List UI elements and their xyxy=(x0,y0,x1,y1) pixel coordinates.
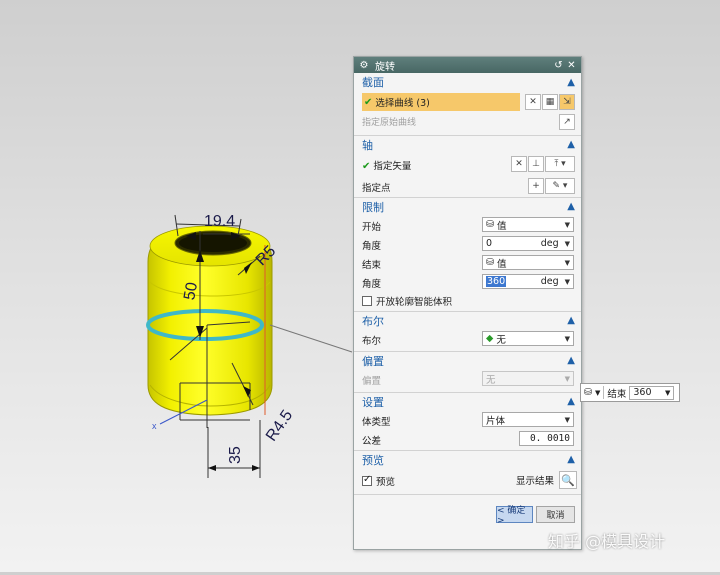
section-curve-body: ✔ 选择曲线 (3) ✕ ▦ ⇲ 指定原始曲线 ↗ xyxy=(354,91,581,135)
collapse-icon[interactable]: ▲ xyxy=(567,396,575,407)
dimension-19-4: 19.4 xyxy=(204,213,235,230)
tolerance-label: 公差 xyxy=(362,436,382,447)
curve-rule-icon[interactable]: ✕ xyxy=(525,94,541,110)
section-curve-title: 截面 xyxy=(362,76,384,89)
section-settings-header[interactable]: 设置 ▲ xyxy=(354,392,581,410)
origin-curve-label: 指定原始曲线 xyxy=(362,118,417,128)
vector-type-dropdown[interactable]: ⤒ ▾ xyxy=(545,156,575,172)
section-offset-title: 偏置 xyxy=(362,354,384,368)
vector-dialog-icon[interactable]: ⊥ xyxy=(528,156,544,172)
watermark: 知乎 @模具设计 xyxy=(548,532,666,551)
section-boolean-body: 布尔 ◆ 无 ▼ xyxy=(354,329,581,351)
chevron-down-icon: ▼ xyxy=(564,415,570,424)
offset-label: 偏置 xyxy=(362,376,382,387)
dialog-footer: < 确定 > 取消 xyxy=(354,494,581,526)
none-icon: ◆ xyxy=(486,333,497,344)
show-result-label: 显示结果 xyxy=(516,476,555,487)
section-axis-title: 轴 xyxy=(362,138,373,152)
preview-checkbox-row[interactable]: 预览 xyxy=(362,474,395,488)
point-type-dropdown[interactable]: ✎ ▾ xyxy=(545,178,575,194)
chevron-down-icon: ▼ xyxy=(564,334,570,343)
cancel-button[interactable]: 取消 xyxy=(536,506,575,523)
value-type-icon[interactable]: ⛁ xyxy=(584,387,592,398)
dialog-title: 旋转 xyxy=(375,61,395,73)
check-icon: ✔ xyxy=(362,161,371,172)
body-type-label: 体类型 xyxy=(362,417,391,428)
dialog-titlebar[interactable]: ⚙ 旋转 ↺ ✕ xyxy=(354,57,581,73)
revolve-dialog: ⚙ 旋转 ↺ ✕ 截面 ▲ ✔ 选择曲线 (3) ✕ ▦ ⇲ 指定原始曲线 ↗ … xyxy=(353,56,582,550)
specify-vector-row[interactable]: ✔ 指定矢量 xyxy=(362,158,411,172)
tolerance-input[interactable]: 0. 0010 xyxy=(519,431,574,446)
open-profile-checkbox-row[interactable]: 开放轮廓智能体积 xyxy=(362,294,452,308)
collapse-icon[interactable]: ▲ xyxy=(567,315,575,326)
select-curve-label: 选择曲线 (3) xyxy=(375,98,430,109)
curve-select-icon[interactable]: ⇲ xyxy=(559,94,575,110)
section-limits-body: 开始 ⛁ 值 ▼ 角度 0 deg ▼ 结束 ⛁ 值 ▼ 角度 360 deg ▼ 开放轮廓… xyxy=(354,215,581,311)
start-type-dropdown[interactable]: ⛁ 值 ▼ xyxy=(482,217,574,232)
revolved-body[interactable] xyxy=(146,225,273,416)
open-profile-checkbox[interactable] xyxy=(362,296,372,306)
start-angle-label: 角度 xyxy=(362,241,382,252)
chevron-down-icon: ▼ xyxy=(564,258,570,267)
section-offset-header[interactable]: 偏置 ▲ xyxy=(354,351,581,369)
floating-limit-toolbar: ⛁ ▼ 结束 360 ▼ xyxy=(580,383,680,402)
section-preview-title: 预览 xyxy=(362,453,384,467)
section-preview-header[interactable]: 预览 ▲ xyxy=(354,450,581,468)
float-end-label: 结束 xyxy=(607,388,627,400)
chevron-down-icon: ▼ xyxy=(564,239,570,248)
start-label: 开始 xyxy=(362,222,382,233)
specify-vector-label: 指定矢量 xyxy=(373,161,412,172)
point-dialog-icon[interactable]: + xyxy=(528,178,544,194)
x-axis-label: x xyxy=(152,421,157,431)
section-curve-header[interactable]: 截面 ▲ xyxy=(354,73,581,91)
chevron-down-icon[interactable]: ▼ xyxy=(595,389,600,397)
collapse-icon[interactable]: ▲ xyxy=(567,201,575,212)
ok-button[interactable]: < 确定 > xyxy=(496,506,533,526)
end-type-dropdown[interactable]: ⛁ 值 ▼ xyxy=(482,255,574,270)
section-offset-body: 偏置 无 ▼ xyxy=(354,369,581,392)
section-settings-body: 体类型 片体 ▼ 公差 0. 0010 xyxy=(354,410,581,450)
section-limits-title: 限制 xyxy=(362,200,384,214)
dimension-35: 35 xyxy=(227,446,244,464)
magnifier-icon[interactable]: 🔍 xyxy=(559,471,577,489)
reverse-icon[interactable]: ✕ xyxy=(511,156,527,172)
value-icon: ⛁ xyxy=(486,257,497,268)
select-curve-row[interactable]: ✔ 选择曲线 (3) xyxy=(362,93,520,111)
offset-dropdown: 无 ▼ xyxy=(482,371,574,386)
origin-curve-icon[interactable]: ↗ xyxy=(559,114,575,130)
section-axis-body: ✔ 指定矢量 ✕ ⊥ ⤒ ▾ 指定点 + ✎ ▾ xyxy=(354,153,581,197)
chevron-down-icon: ▼ xyxy=(564,374,570,383)
end-angle-label: 角度 xyxy=(362,279,382,290)
dimension-r4-5: R4.5 xyxy=(263,407,296,445)
section-preview-body: 预览 显示结果 🔍 xyxy=(354,468,581,494)
float-end-input[interactable]: 360 ▼ xyxy=(629,385,675,400)
section-axis-header[interactable]: 轴 ▲ xyxy=(354,135,581,153)
start-angle-input[interactable]: 0 deg ▼ xyxy=(482,236,574,251)
section-boolean-title: 布尔 xyxy=(362,314,384,328)
boolean-label: 布尔 xyxy=(362,336,382,347)
sketch-icon[interactable]: ▦ xyxy=(542,94,558,110)
end-label: 结束 xyxy=(362,260,382,271)
specify-point-label: 指定点 xyxy=(362,183,391,194)
chevron-down-icon: ▼ xyxy=(664,388,671,397)
end-angle-input[interactable]: 360 deg ▼ xyxy=(482,274,574,289)
section-boolean-header[interactable]: 布尔 ▲ xyxy=(354,311,581,329)
reset-icon[interactable]: ↺ xyxy=(553,60,564,71)
collapse-icon[interactable]: ▲ xyxy=(567,77,575,88)
section-limits-header[interactable]: 限制 ▲ xyxy=(354,197,581,215)
boolean-dropdown[interactable]: ◆ 无 ▼ xyxy=(482,331,574,346)
gear-icon[interactable]: ⚙ xyxy=(358,60,370,71)
chevron-down-icon: ▼ xyxy=(564,277,570,286)
value-icon: ⛁ xyxy=(486,219,497,230)
collapse-icon[interactable]: ▲ xyxy=(567,139,575,150)
section-settings-title: 设置 xyxy=(362,395,384,409)
collapse-icon[interactable]: ▲ xyxy=(567,355,575,366)
check-icon: ✔ xyxy=(364,96,373,108)
preview-checkbox[interactable] xyxy=(362,474,372,486)
chevron-down-icon: ▼ xyxy=(564,220,570,229)
collapse-icon[interactable]: ▲ xyxy=(567,454,575,465)
close-icon[interactable]: ✕ xyxy=(566,60,577,71)
dimension-50: 50 xyxy=(181,281,201,302)
body-type-dropdown[interactable]: 片体 ▼ xyxy=(482,412,574,427)
